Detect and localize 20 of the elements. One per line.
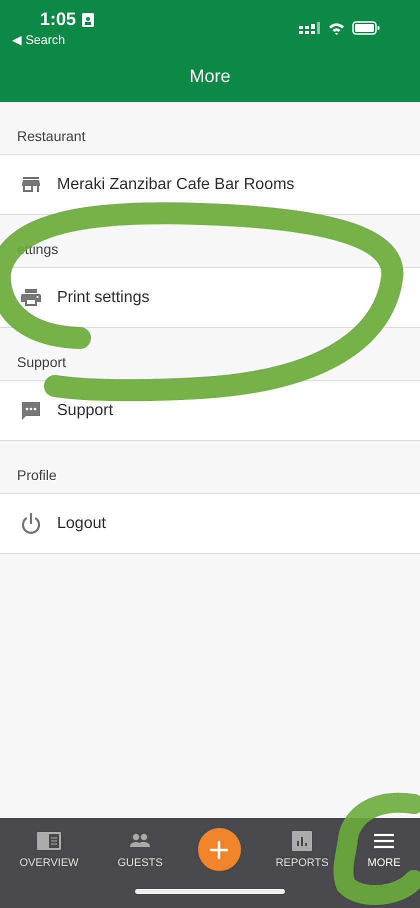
power-icon: [19, 512, 43, 536]
tab-item[interactable]: OVERVIEW: [15, 830, 83, 869]
section-header: Support: [17, 354, 66, 370]
menu-row[interactable]: Logout: [0, 494, 420, 554]
wifi-icon: [328, 22, 345, 34]
back-link[interactable]: ◀ Search: [12, 32, 94, 47]
tab-item[interactable]: REPORTS: [272, 830, 333, 869]
section-header: Restaurant: [17, 128, 86, 144]
signal-icon: [299, 22, 321, 34]
tab-item[interactable]: MORE: [364, 830, 405, 869]
section-header: Profile: [17, 467, 57, 483]
plus-icon: [209, 840, 230, 860]
contact-card-icon: [82, 12, 94, 26]
status-time: 1:05: [40, 9, 76, 30]
sidebar-panel-icon: [36, 830, 62, 852]
page-title: More: [189, 66, 230, 87]
menu-row[interactable]: Meraki Zanzibar Cafe Bar Rooms: [0, 155, 420, 215]
battery-icon: [352, 21, 380, 35]
add-button[interactable]: [198, 828, 241, 871]
tab-item[interactable]: GUESTS: [114, 830, 167, 869]
